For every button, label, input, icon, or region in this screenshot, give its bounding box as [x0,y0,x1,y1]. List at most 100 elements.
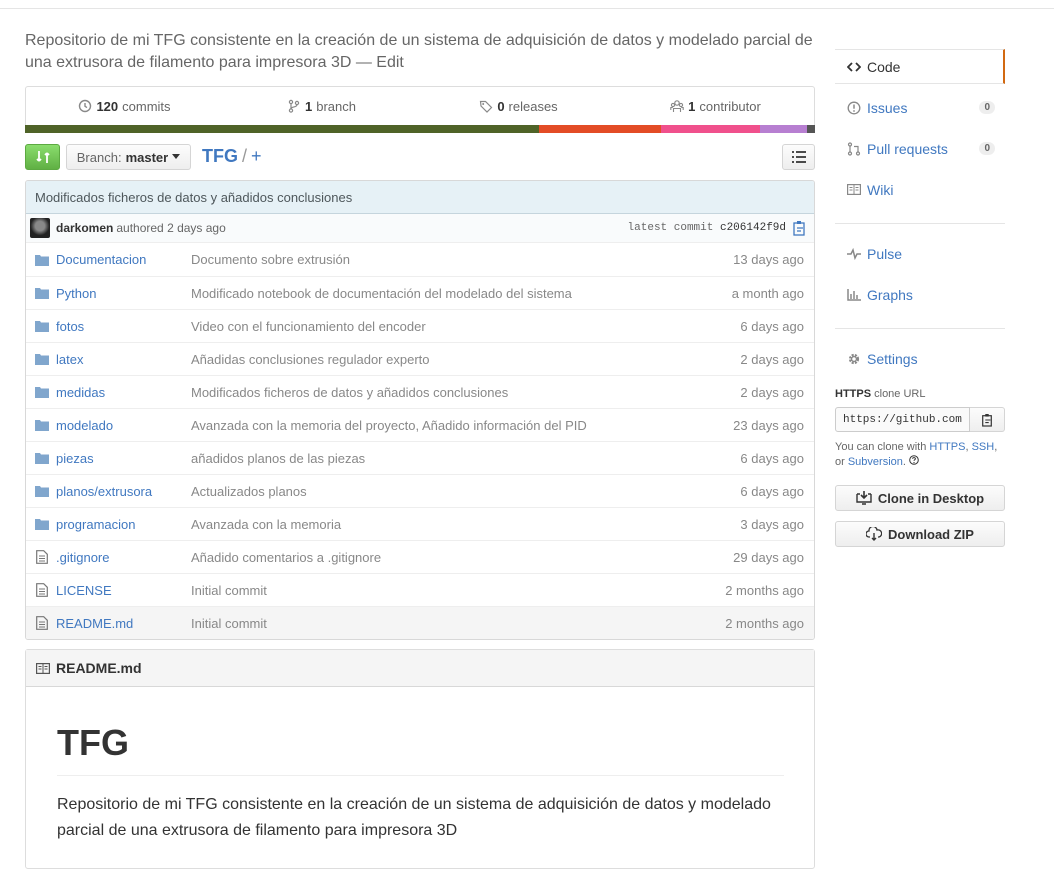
file-commit-message[interactable]: Añadido comentarios a .gitignore [191,550,694,565]
file-row: medidas Modificados ficheros de datos y a… [26,375,814,408]
file-name-link[interactable]: latex [56,352,191,367]
nav-pulse-label: Pulse [867,245,903,262]
commit-meta: darkomen authored 2 days ago latest comm… [26,214,814,243]
file-name-link[interactable]: programacion [56,517,191,532]
file-commit-message[interactable]: Video con el funcionamiento del encoder [191,319,694,334]
branches-link[interactable]: 1 branch [223,99,420,114]
clone-help-dot: . [902,456,906,468]
file-commit-message[interactable]: Avanzada con la memoria del proyecto, Añ… [191,418,694,433]
language-segment[interactable] [759,125,808,133]
folder-icon [26,353,56,365]
file-commit-message[interactable]: Initial commit [191,583,694,598]
file-table: Modificados ficheros de datos y añadidos… [25,180,815,640]
clone-subversion-link[interactable]: Subversion [848,456,903,468]
branch-label: Branch: [76,149,122,165]
file-age: 23 days ago [733,417,804,433]
file-name-link[interactable]: planos/extrusora [56,484,191,499]
file-name-link[interactable]: Python [56,286,191,301]
language-segment[interactable] [25,125,539,133]
nav-settings-label: Settings [867,350,918,367]
clippy-icon[interactable] [792,220,806,236]
clone-input-group [835,407,1005,432]
file-name-link[interactable]: fotos [56,319,191,334]
releases-link[interactable]: 0 releases [420,99,617,114]
contributors-label: contributor [699,98,761,114]
nav-wiki[interactable]: Wiki [835,169,1005,210]
branch-name: master [125,149,169,165]
new-file-button[interactable]: + [251,146,262,166]
clone-https-link[interactable]: HTTPS [929,441,965,453]
file-name-link[interactable]: piezas [56,451,191,466]
language-segment[interactable] [538,125,661,133]
file-row: modelado Avanzada con la memoria del proy… [26,408,814,441]
clone-help-prefix: You can clone with [835,441,930,453]
file-age: 2 days ago [740,351,804,367]
code-icon [847,61,861,72]
download-zip-button[interactable]: Download ZIP [835,521,1005,547]
latest-commit-message[interactable]: Modificados ficheros de datos y añadidos… [26,181,814,214]
clone-ssh-link[interactable]: SSH [972,441,995,453]
releases-label: releases [508,98,558,114]
git-compare-icon [35,151,50,163]
file-commit-message[interactable]: Avanzada con la memoria [191,517,694,532]
question-icon[interactable] [909,455,919,465]
branch-select-button[interactable]: Branch: master [66,144,191,170]
nav-pull-requests[interactable]: Pull requests 0 [835,128,1005,169]
copy-url-button[interactable] [970,407,1005,432]
file-commit-message[interactable]: Modificado notebook de documentación del… [191,286,694,301]
nav-settings[interactable]: Settings [835,338,1005,379]
compare-review-button[interactable] [25,144,60,170]
file-row: latex Añadidas conclusiones regulador exp… [26,342,814,375]
nav-code[interactable]: Code [835,49,1005,84]
commit-sha-link[interactable]: c206142f9d [720,222,786,234]
commit-author[interactable]: darkomen [56,221,113,235]
clippy-icon [982,413,992,427]
file-age: 2 days ago [740,384,804,400]
commits-link[interactable]: 120 commits [26,99,223,114]
file-name-link[interactable]: Documentacion [56,252,191,267]
avatar[interactable] [30,218,50,238]
language-segment[interactable] [660,125,760,133]
nav-graphs[interactable]: Graphs [835,274,1005,315]
nav-code-label: Code [867,58,901,75]
file-commit-message[interactable]: Modificados ficheros de datos y añadidos… [191,385,694,400]
branches-label: branch [316,98,356,114]
file-commit-message[interactable]: Documento sobre extrusión [191,252,694,267]
file-commit-message[interactable]: añadidos planos de las piezas [191,451,694,466]
graph-icon [847,288,861,301]
edit-description-link[interactable]: Edit [376,54,404,71]
folder-icon [26,287,56,299]
pulse-icon [847,247,861,260]
readme-body: TFG Repositorio de mi TFG consistente en… [26,687,814,844]
file-commit-message[interactable]: Actualizados planos [191,484,694,499]
breadcrumb-repo-link[interactable]: TFG [202,146,238,166]
tag-icon [480,100,493,113]
language-segment[interactable] [807,125,815,133]
file-age: 6 days ago [740,450,804,466]
language-bar[interactable] [25,125,815,133]
clone-url-input[interactable] [835,407,970,432]
nav-pulse[interactable]: Pulse [835,233,1005,274]
file-name-link[interactable]: README.md [56,616,191,631]
header-divider [0,8,1054,9]
file-row: fotos Video con el funcionamiento del enc… [26,309,814,342]
file-list: Documentacion Documento sobre extrusión 13… [26,243,814,639]
file-row: planos/extrusora Actualizados planos 6 day… [26,474,814,507]
download-zip-label: Download ZIP [888,526,974,542]
file-row: README.md Initial commit 2 months ago [26,606,814,639]
toggle-list-button[interactable] [782,144,815,170]
file-name-link[interactable]: .gitignore [56,550,191,565]
file-name-link[interactable]: modelado [56,418,191,433]
breadcrumb-separator: / [242,146,248,166]
file-commit-message[interactable]: Añadidas conclusiones regulador experto [191,352,694,367]
readme-filename: README.md [56,660,142,676]
issues-count-badge: 0 [979,101,995,114]
file-name-link[interactable]: medidas [56,385,191,400]
contributors-link[interactable]: 1 contributor [617,99,814,114]
nav-issues[interactable]: Issues 0 [835,87,1005,128]
clone-desktop-button[interactable]: Clone in Desktop [835,485,1005,511]
history-icon [79,99,92,113]
file-commit-message[interactable]: Initial commit [191,616,694,631]
repo-sidebar-nav: Code Issues 0 Pull requests 0 Wiki Pulse… [835,49,1005,379]
file-name-link[interactable]: LICENSE [56,583,191,598]
